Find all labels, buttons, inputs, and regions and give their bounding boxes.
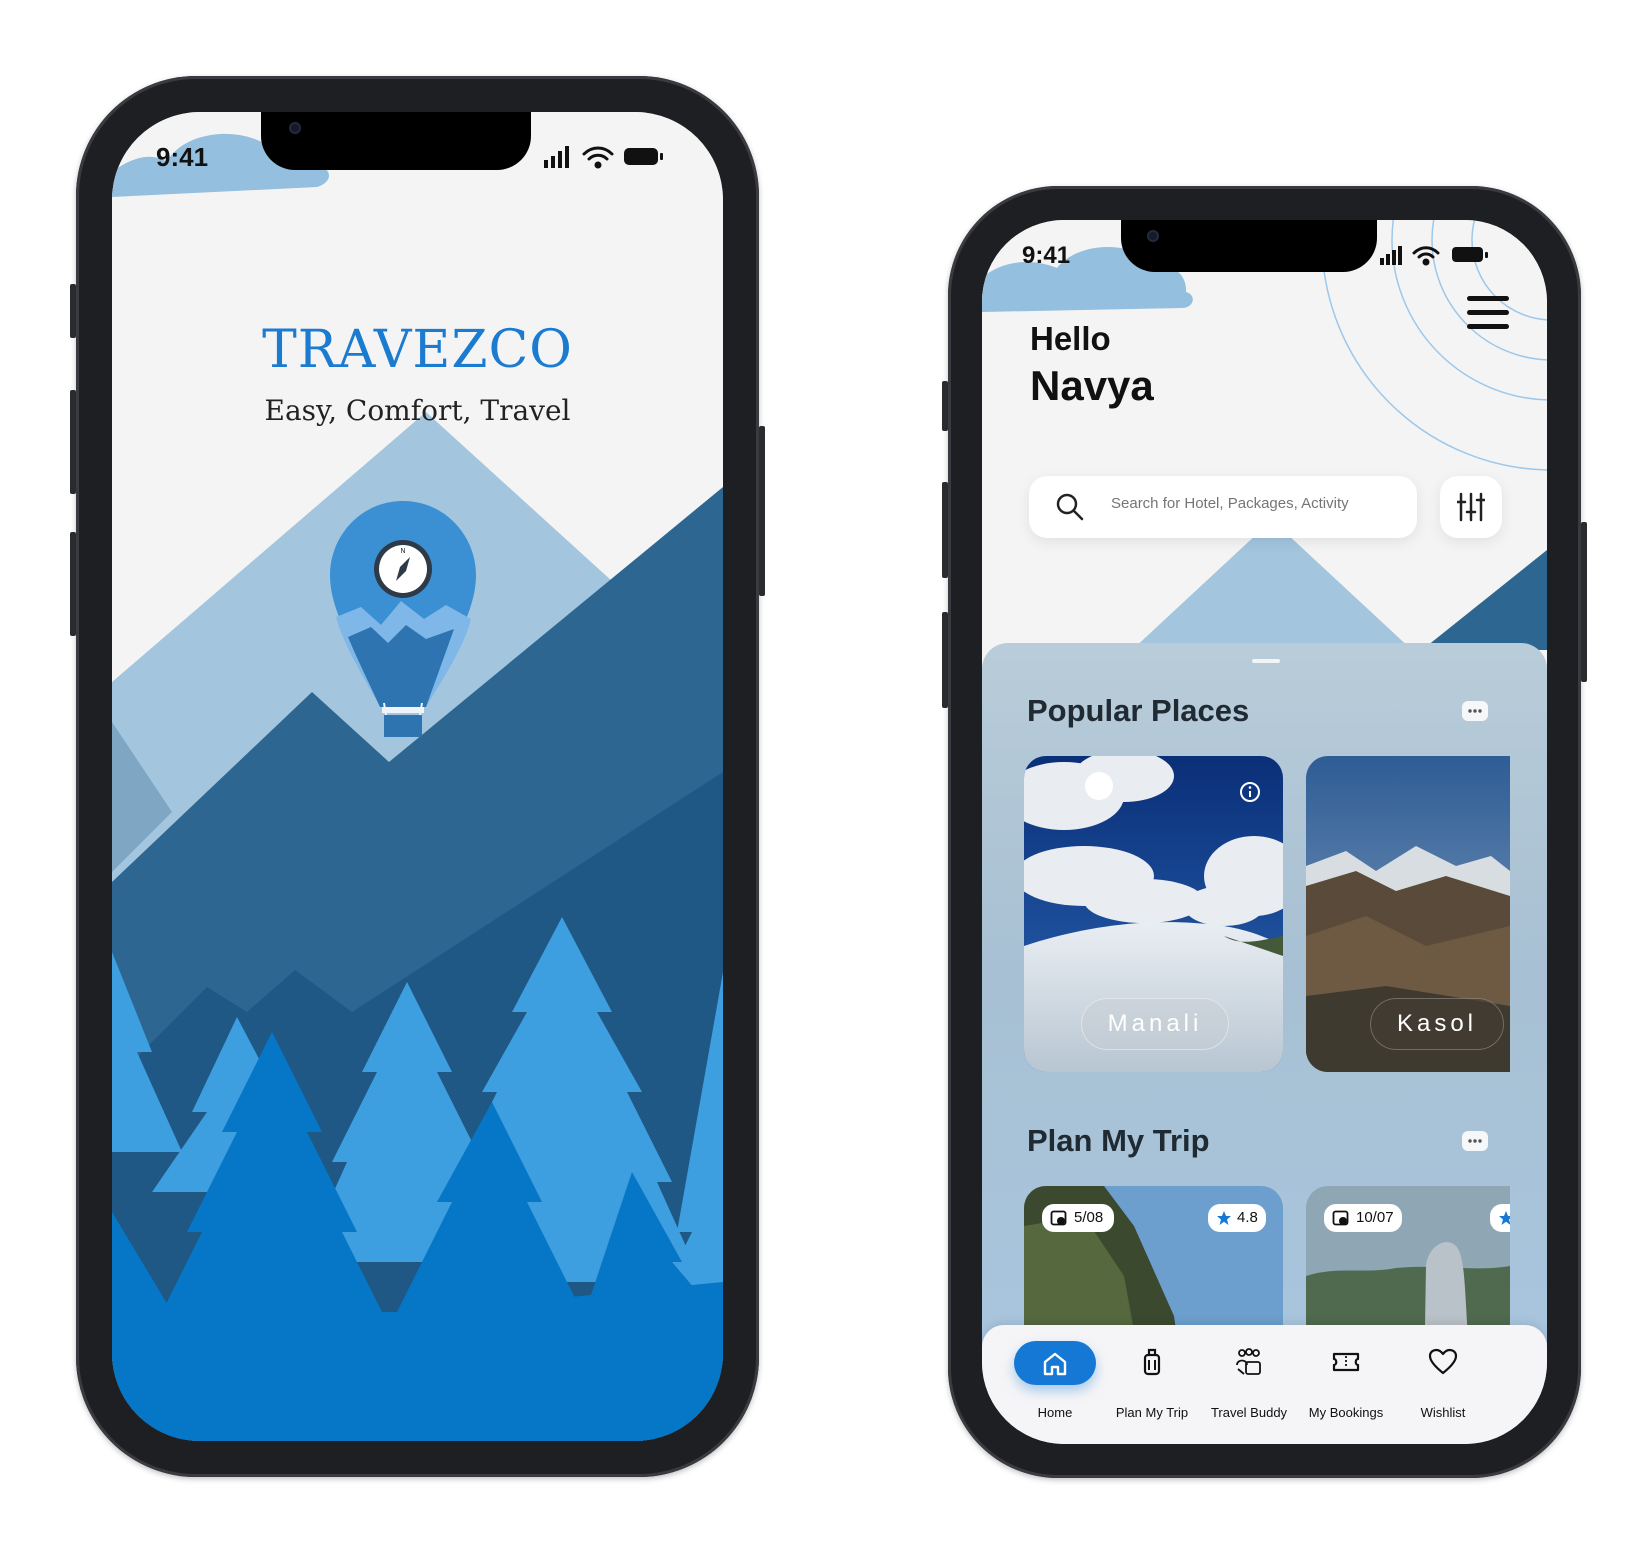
search-input[interactable]: [1109, 494, 1403, 513]
place-card-manali[interactable]: Manali: [1024, 756, 1283, 1072]
tab-my-bookings[interactable]: My Bookings: [1298, 1325, 1394, 1444]
tab-home[interactable]: Home: [1007, 1325, 1103, 1444]
place-card-kasol[interactable]: Kasol: [1306, 756, 1510, 1072]
calendar-icon: [1050, 1210, 1067, 1226]
tab-label: Plan My Trip: [1115, 1405, 1189, 1420]
calendar-icon: [1332, 1210, 1349, 1226]
star-icon: [1499, 1211, 1510, 1225]
notch: [1121, 220, 1377, 272]
home-phone: 9:41 Hello Navya Search for Hotel, Packa…: [942, 186, 1587, 1478]
trip-date-chip: 10/07: [1324, 1204, 1402, 1232]
group-icon: [1236, 1348, 1261, 1375]
status-icons: [544, 146, 663, 169]
trip-date: 10/07: [1356, 1209, 1394, 1226]
signal-icon: [1380, 246, 1402, 265]
tab-label: Travel Buddy: [1210, 1405, 1288, 1420]
brand-tagline: Easy, Comfort, Travel: [264, 394, 571, 427]
tab-plan-my-trip[interactable]: Plan My Trip: [1104, 1325, 1200, 1444]
svg-text:N: N: [400, 547, 405, 555]
tab-label: Wishlist: [1420, 1405, 1466, 1420]
filter-button[interactable]: [1440, 476, 1502, 538]
front-camera: [1147, 230, 1159, 242]
trip-rating: 4.8: [1237, 1209, 1258, 1226]
trip-date-chip: 5/08: [1042, 1204, 1114, 1232]
menu-button[interactable]: [1467, 296, 1509, 330]
tab-label: Home: [1037, 1405, 1073, 1420]
search-bar[interactable]: [1029, 476, 1417, 538]
search-icon: [1056, 493, 1084, 521]
mute-switch: [70, 284, 76, 338]
more-dots-icon: [1468, 709, 1482, 713]
plan-my-trip-more-button[interactable]: [1462, 1131, 1488, 1151]
volume-down-button: [942, 612, 948, 708]
battery-icon: [624, 148, 663, 165]
power-button: [1581, 522, 1587, 682]
more-dots-icon: [1468, 1139, 1482, 1143]
heart-icon: [1428, 1348, 1458, 1375]
hamburger-icon-line: [1467, 310, 1509, 315]
sheet-handle[interactable]: [1252, 659, 1280, 663]
hot-air-balloon-logo: N: [330, 501, 476, 737]
trip-rating-chip: [1490, 1204, 1510, 1232]
luggage-icon: [1143, 1348, 1161, 1376]
home-screen: 9:41 Hello Navya Search for Hotel, Packa…: [982, 220, 1547, 1444]
tab-wishlist[interactable]: Wishlist: [1395, 1325, 1491, 1444]
status-time: 9:41: [1022, 242, 1071, 269]
power-button: [759, 426, 765, 596]
hamburger-icon-line: [1467, 296, 1509, 301]
volume-up-button: [942, 482, 948, 578]
landscape-illustration: [112, 112, 723, 1441]
user-name: Navya: [1030, 362, 1154, 409]
ticket-icon: [1332, 1352, 1360, 1372]
splash-phone: N TRAVEZCO Easy, Comfort, Travel 9:41: [70, 76, 765, 1477]
info-icon[interactable]: [1239, 781, 1261, 803]
volume-down-button: [70, 532, 76, 636]
status-icons: [1380, 246, 1488, 266]
status-time: 9:41: [156, 142, 209, 172]
place-label: Kasol: [1370, 998, 1504, 1050]
wifi-icon: [582, 146, 614, 169]
wifi-icon: [1412, 246, 1440, 266]
compass-icon: N: [374, 540, 432, 598]
volume-up-button: [70, 390, 76, 494]
section-title-plan-my-trip: Plan My Trip: [1027, 1123, 1210, 1158]
tab-travel-buddy[interactable]: Travel Buddy: [1201, 1325, 1297, 1444]
front-camera: [289, 122, 301, 134]
battery-icon: [1452, 247, 1488, 262]
home-icon: [1043, 1352, 1067, 1376]
content-sheet: Popular Places Manali Kasol Plan My Trip…: [982, 643, 1547, 1386]
hamburger-icon-line: [1467, 324, 1509, 329]
brand-title: TRAVEZCO: [262, 320, 573, 380]
place-label: Manali: [1081, 998, 1229, 1050]
sliders-icon: [1457, 492, 1485, 522]
popular-places-more-button[interactable]: [1462, 701, 1488, 721]
tab-label: My Bookings: [1308, 1405, 1384, 1420]
mute-switch: [942, 381, 948, 431]
bottom-tab-bar: Home Plan My Trip Travel Buddy My Bookin…: [982, 1325, 1547, 1444]
star-icon: [1217, 1211, 1231, 1225]
trip-date: 5/08: [1074, 1209, 1104, 1226]
splash-screen: N TRAVEZCO Easy, Comfort, Travel 9:41: [112, 112, 723, 1441]
trip-rating-chip: 4.8: [1208, 1204, 1266, 1232]
section-title-popular-places: Popular Places: [1027, 693, 1250, 728]
greeting: Hello: [1030, 320, 1111, 357]
signal-icon: [544, 146, 569, 168]
notch: [261, 112, 531, 170]
